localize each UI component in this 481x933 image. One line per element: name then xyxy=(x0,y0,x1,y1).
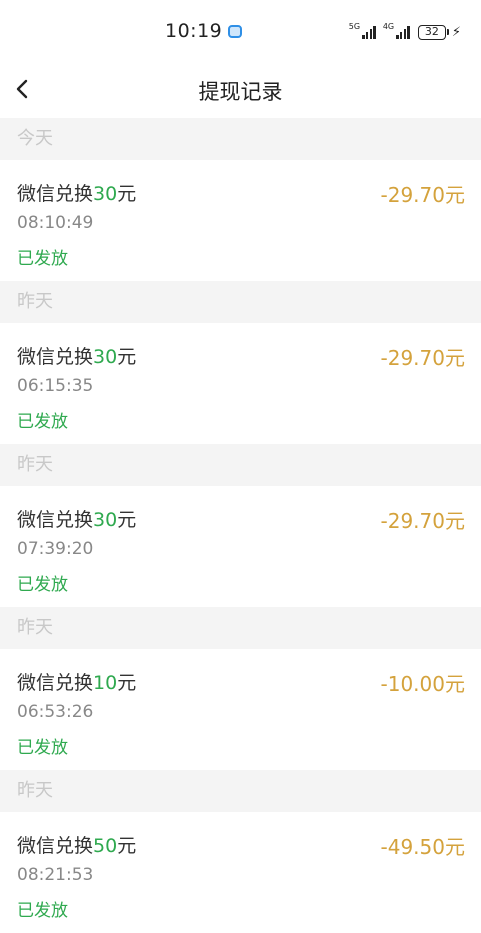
date-section-header: 昨天 xyxy=(0,770,481,812)
record-title: 微信兑换50元 xyxy=(17,831,136,858)
record-title: 微信兑换30元 xyxy=(17,179,136,206)
record-amount: -49.50元 xyxy=(380,835,465,859)
record-time: 08:10:49 xyxy=(17,213,94,233)
status-bar: 10:19 5G 4G 32 ⚡ xyxy=(0,0,481,62)
withdrawal-record-list: 今天 微信兑换30元 08:10:49 已发放 -29.70元 昨天 微信兑换3… xyxy=(0,118,481,933)
record-time: 07:39:20 xyxy=(17,539,94,559)
battery-tip xyxy=(446,29,449,35)
list-item[interactable]: 微信兑换10元 06:53:26 已发放 -10.00元 xyxy=(0,649,481,770)
date-section-header: 昨天 xyxy=(0,444,481,486)
record-title-amount: 30 xyxy=(93,346,118,368)
list-item[interactable]: 微信兑换30元 07:39:20 已发放 -29.70元 xyxy=(0,486,481,607)
page-title: 提现记录 xyxy=(198,80,283,104)
list-item[interactable]: 微信兑换30元 06:15:35 已发放 -29.70元 xyxy=(0,323,481,444)
record-title-prefix: 微信兑换 xyxy=(17,835,94,857)
network-type-label: 4G xyxy=(382,22,395,31)
list-item[interactable]: 微信兑换50元 08:21:53 已发放 -49.50元 xyxy=(0,812,481,933)
date-section-header: 今天 xyxy=(0,118,481,160)
record-title: 微信兑换10元 xyxy=(17,668,136,695)
record-title-amount: 50 xyxy=(93,835,118,857)
record-time: 06:53:26 xyxy=(17,702,94,722)
record-title: 微信兑换30元 xyxy=(17,342,136,369)
record-title-prefix: 微信兑换 xyxy=(17,509,94,531)
record-amount: -29.70元 xyxy=(380,509,465,533)
date-section-header: 昨天 xyxy=(0,281,481,323)
signal-icon xyxy=(361,25,376,39)
record-status: 已发放 xyxy=(17,738,68,758)
app-notification-icon xyxy=(228,24,243,38)
charging-bolt-icon: ⚡ xyxy=(451,24,461,40)
record-title-prefix: 微信兑换 xyxy=(17,346,94,368)
record-status: 已发放 xyxy=(17,901,68,921)
status-time: 10:19 xyxy=(165,20,223,42)
record-title-prefix: 微信兑换 xyxy=(17,672,94,694)
nav-header: 提现记录 xyxy=(0,62,481,118)
battery-icon: 32 xyxy=(417,24,449,40)
list-item[interactable]: 微信兑换30元 08:10:49 已发放 -29.70元 xyxy=(0,160,481,281)
network-type-label: 5G xyxy=(348,22,361,31)
record-title-unit: 元 xyxy=(117,509,137,531)
date-section-header: 昨天 xyxy=(0,607,481,649)
record-time: 08:21:53 xyxy=(17,865,94,885)
signal-icon xyxy=(395,25,410,39)
record-status: 已发放 xyxy=(17,575,68,595)
record-status: 已发放 xyxy=(17,249,68,269)
record-amount: -10.00元 xyxy=(380,672,465,696)
record-title-unit: 元 xyxy=(117,346,137,368)
status-indicators: 5G 4G 32 ⚡ xyxy=(349,22,461,42)
record-title-prefix: 微信兑换 xyxy=(17,183,94,205)
record-title-amount: 10 xyxy=(93,672,118,694)
status-time-group: 10:19 xyxy=(165,18,243,44)
record-title: 微信兑换30元 xyxy=(17,505,136,532)
record-time: 06:15:35 xyxy=(17,376,94,396)
battery-level: 32 xyxy=(417,24,446,40)
record-title-unit: 元 xyxy=(117,672,137,694)
record-amount: -29.70元 xyxy=(380,346,465,370)
record-status: 已发放 xyxy=(17,412,68,432)
record-title-unit: 元 xyxy=(117,835,137,857)
record-amount: -29.70元 xyxy=(380,183,465,207)
record-title-unit: 元 xyxy=(117,183,137,205)
record-title-amount: 30 xyxy=(93,183,118,205)
record-title-amount: 30 xyxy=(93,509,118,531)
